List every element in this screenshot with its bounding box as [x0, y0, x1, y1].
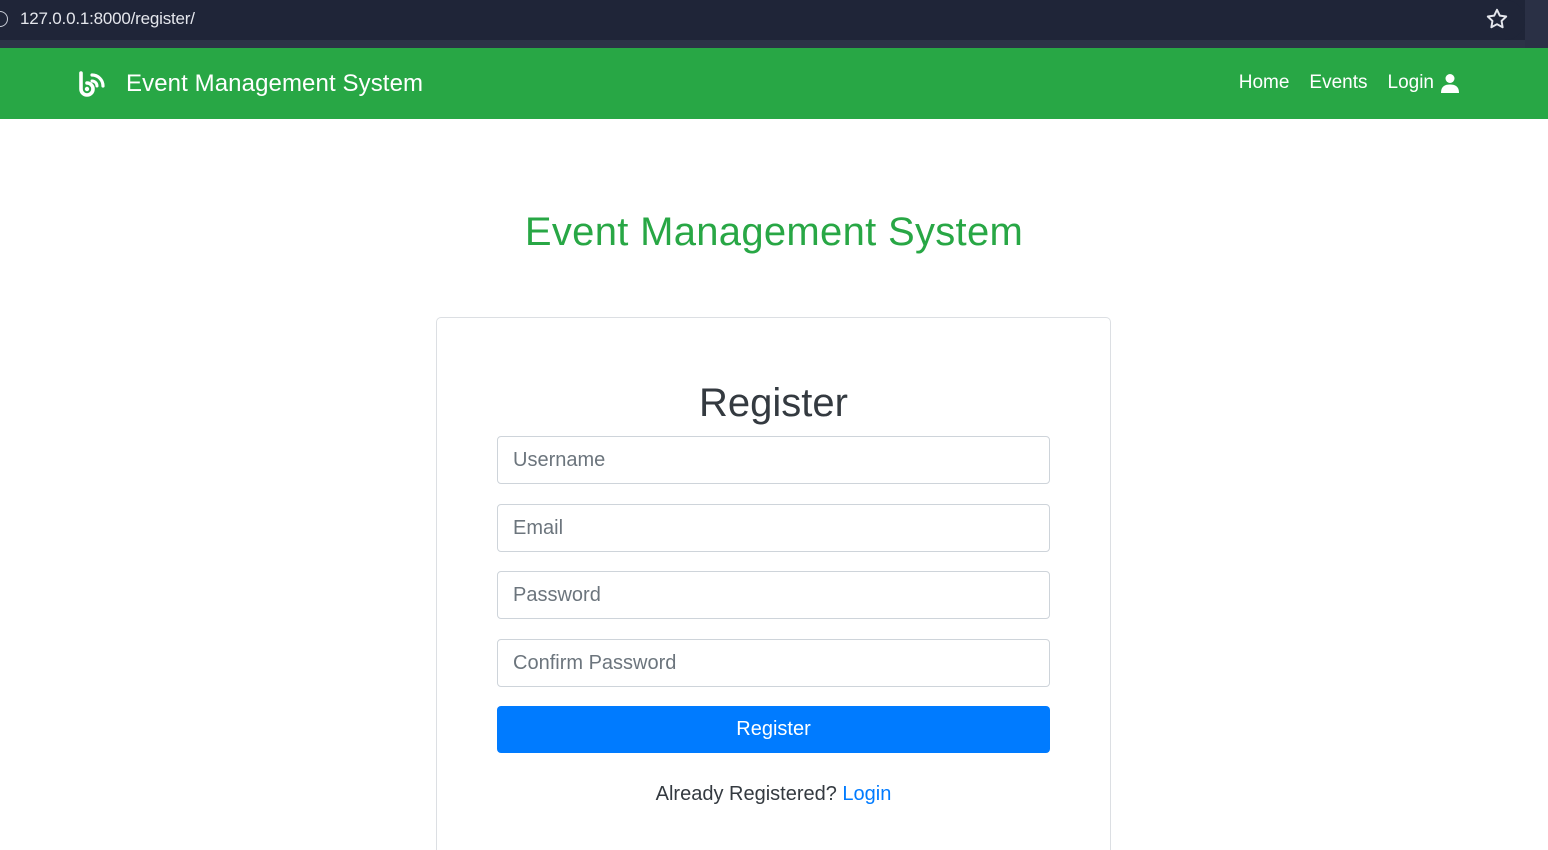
toolbar-edge: [1525, 0, 1548, 48]
confirm-password-input[interactable]: [497, 639, 1050, 687]
navbar-brand[interactable]: Event Management System: [78, 70, 423, 98]
user-icon[interactable]: [1440, 73, 1460, 93]
nav-link-login[interactable]: Login: [1388, 72, 1435, 94]
register-card: Register Register Already Registered? Lo…: [436, 317, 1111, 850]
password-input[interactable]: [497, 571, 1050, 619]
username-input[interactable]: [497, 436, 1050, 484]
nav-link-home[interactable]: Home: [1239, 72, 1290, 94]
page-title: Event Management System: [524, 210, 1024, 254]
login-link[interactable]: Login: [842, 783, 891, 805]
url-text[interactable]: 127.0.0.1:8000/register/: [20, 9, 195, 29]
form-title: Register: [699, 381, 848, 425]
login-prompt: Already Registered? Login: [437, 783, 1110, 806]
toolbar-divider: [0, 40, 1548, 48]
nav-links: Home Events Login: [1219, 72, 1460, 94]
address-bar[interactable]: [0, 0, 1525, 40]
login-prompt-text: Already Registered?: [655, 783, 837, 805]
nav-link-events[interactable]: Events: [1309, 72, 1367, 94]
navbar: Event Management System Home Events Logi…: [0, 48, 1548, 119]
blogger-b-icon: [79, 71, 105, 97]
register-button[interactable]: Register: [497, 706, 1050, 753]
browser-toolbar: 127.0.0.1:8000/register/: [0, 0, 1548, 48]
star-icon[interactable]: [1484, 6, 1510, 32]
email-input[interactable]: [497, 504, 1050, 552]
brand-text: Event Management System: [126, 70, 424, 97]
